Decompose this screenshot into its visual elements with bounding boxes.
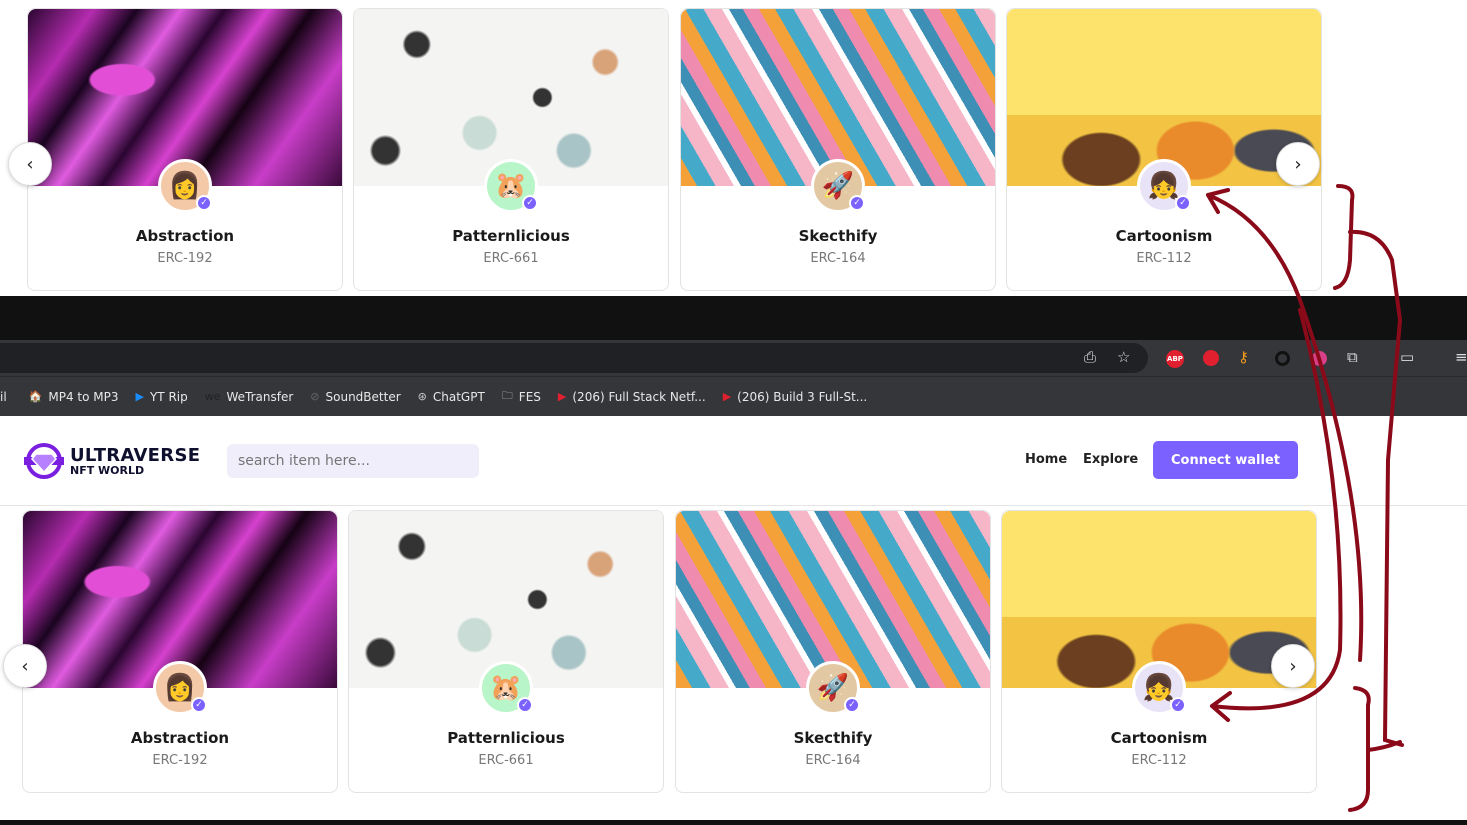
verified-badge-icon: ✓: [844, 697, 860, 713]
black-band: [0, 296, 1467, 340]
bookmark-item[interactable]: ▶ (206) Full Stack Netf...: [558, 390, 706, 404]
extension-pink-icon[interactable]: [1312, 351, 1327, 366]
verified-badge-icon: ✓: [849, 195, 865, 211]
bookmarks-bar: il 🏠 MP4 to MP3 ▶ YT Rip we WeTransfer ⊘ SoundBe…: [0, 376, 1467, 416]
nav-home[interactable]: Home: [1025, 452, 1067, 467]
card-title: Cartoonism: [1115, 227, 1213, 245]
key-icon[interactable]: ⚷: [1238, 348, 1249, 366]
carousel-bottom: 👩 ✓ Abstraction ERC-192 🐹 ✓ Patternlicious…: [0, 506, 1467, 820]
card-title: Abstraction: [135, 227, 235, 245]
logo-sub: NFT WORLD: [70, 463, 145, 477]
carousel-top: 👩 ✓ Abstraction ERC-192 🐹 ✓ Patternlicious…: [0, 0, 1467, 296]
hamster-avatar-icon[interactable]: 🐹 ✓: [484, 159, 538, 213]
nft-card[interactable]: 👩 ✓ Abstraction ERC-192: [22, 510, 338, 793]
bookmark-favicon-icon: ⊘: [310, 390, 320, 403]
bookmark-label: ChatGPT: [432, 389, 485, 404]
verified-badge-icon: ✓: [522, 195, 538, 211]
bookmark-label: WeTransfer: [226, 389, 294, 404]
bookmark-label: il: [0, 389, 7, 404]
card-title: Abstraction: [130, 729, 230, 747]
next-arrow-button[interactable]: ›: [1276, 142, 1320, 186]
woman-avatar-icon[interactable]: 👩 ✓: [153, 661, 207, 715]
bookmark-label: (206) Full Stack Netf...: [572, 389, 706, 404]
bookmark-item[interactable]: 🗀 FES: [502, 387, 541, 406]
star-icon[interactable]: ☆: [1117, 348, 1130, 366]
bookmark-item[interactable]: il: [0, 390, 7, 404]
bookmark-favicon-icon: 🏠: [28, 390, 43, 403]
verified-badge-icon: ✓: [1175, 195, 1191, 211]
bookmark-favicon-icon: ▶: [557, 390, 567, 403]
verified-badge-icon: ✓: [191, 697, 207, 713]
browser-toolbar: ⎙ ☆ ABP ⚷ ⧉ ▭ ≡: [0, 340, 1467, 376]
site-header: ULTRAVERSE NFT WORLD Home Explore Connec…: [0, 416, 1467, 506]
bookmark-favicon-icon: ▶: [135, 390, 144, 403]
nft-card[interactable]: 👩 ✓ Abstraction ERC-192: [27, 8, 343, 291]
bookmark-label: (206) Build 3 Full-St...: [737, 389, 868, 404]
diamond-logo-icon: [24, 443, 64, 479]
bookmark-label: SoundBetter: [325, 389, 401, 404]
card-token: ERC-164: [805, 753, 861, 768]
bookmark-favicon-icon: we: [204, 390, 221, 403]
bookmark-favicon-icon: 🗀: [501, 389, 513, 402]
card-token: ERC-192: [157, 251, 213, 266]
nft-card[interactable]: 🚀 ✓ Skecthify ERC-164: [675, 510, 991, 793]
prev-arrow-button[interactable]: ‹: [8, 142, 52, 186]
card-title: Cartoonism: [1110, 729, 1208, 747]
verified-badge-icon: ✓: [196, 195, 212, 211]
next-arrow-button[interactable]: ›: [1271, 644, 1315, 688]
woman-avatar-icon[interactable]: 👩 ✓: [158, 159, 212, 213]
bookmark-label: MP4 to MP3: [48, 389, 119, 404]
nft-card[interactable]: 🐹 ✓ Patternlicious ERC-661: [353, 8, 669, 291]
bookmark-item[interactable]: ▶ YT Rip: [136, 390, 188, 404]
connect-wallet-button[interactable]: Connect wallet: [1153, 441, 1298, 479]
girl-avatar-icon[interactable]: 👧 ✓: [1132, 661, 1186, 715]
bookmark-item[interactable]: we WeTransfer: [205, 390, 294, 404]
stop-hand-icon[interactable]: [1203, 350, 1219, 366]
card-token: ERC-661: [478, 753, 534, 768]
bookmark-item[interactable]: 🏠 MP4 to MP3: [29, 390, 119, 404]
girl-avatar-icon[interactable]: 👧 ✓: [1137, 159, 1191, 213]
tab-search-icon[interactable]: ▭: [1400, 348, 1414, 366]
install-icon[interactable]: ⎙: [1084, 348, 1096, 366]
card-title: Skecthify: [793, 729, 873, 747]
omnibox-end: [0, 343, 1148, 373]
verified-badge-icon: ✓: [1170, 697, 1186, 713]
logo[interactable]: ULTRAVERSE NFT WORLD: [22, 442, 200, 480]
bookmark-item[interactable]: ⊛ ChatGPT: [418, 390, 485, 404]
puzzle-icon[interactable]: ⧉: [1347, 348, 1358, 366]
search-input[interactable]: [227, 444, 479, 478]
rocket-avatar-icon[interactable]: 🚀 ✓: [811, 159, 865, 213]
bookmark-item[interactable]: ⊘ SoundBetter: [310, 390, 400, 404]
bookmark-label: YT Rip: [149, 389, 188, 404]
adblock-icon[interactable]: ABP: [1166, 350, 1184, 368]
nft-card[interactable]: 🐹 ✓ Patternlicious ERC-661: [348, 510, 664, 793]
card-token: ERC-661: [483, 251, 539, 266]
nft-card[interactable]: 👧 ✓ Cartoonism ERC-112: [1006, 8, 1322, 291]
card-token: ERC-112: [1131, 753, 1187, 768]
card-title: Skecthify: [798, 227, 878, 245]
logo-main: ULTRAVERSE: [70, 444, 201, 466]
bottom-strip: [0, 820, 1467, 825]
nft-card[interactable]: 🚀 ✓ Skecthify ERC-164: [680, 8, 996, 291]
extension-circle-icon[interactable]: [1275, 351, 1290, 366]
prev-arrow-button[interactable]: ‹: [3, 644, 47, 688]
hamster-avatar-icon[interactable]: 🐹 ✓: [479, 661, 533, 715]
card-token: ERC-192: [152, 753, 208, 768]
reading-list-icon[interactable]: ≡: [1455, 348, 1467, 366]
rocket-avatar-icon[interactable]: 🚀 ✓: [806, 661, 860, 715]
nft-card[interactable]: 👧 ✓ Cartoonism ERC-112: [1001, 510, 1317, 793]
bookmark-favicon-icon: ⊛: [417, 390, 427, 403]
card-token: ERC-164: [810, 251, 866, 266]
nav-explore[interactable]: Explore: [1083, 452, 1138, 467]
card-title: Patternlicious: [452, 227, 570, 245]
bookmark-item[interactable]: ▶ (206) Build 3 Full-St...: [723, 390, 868, 404]
bookmark-favicon-icon: ▶: [722, 390, 732, 403]
card-token: ERC-112: [1136, 251, 1192, 266]
card-title: Patternlicious: [447, 729, 565, 747]
verified-badge-icon: ✓: [517, 697, 533, 713]
bookmark-label: FES: [518, 389, 541, 404]
